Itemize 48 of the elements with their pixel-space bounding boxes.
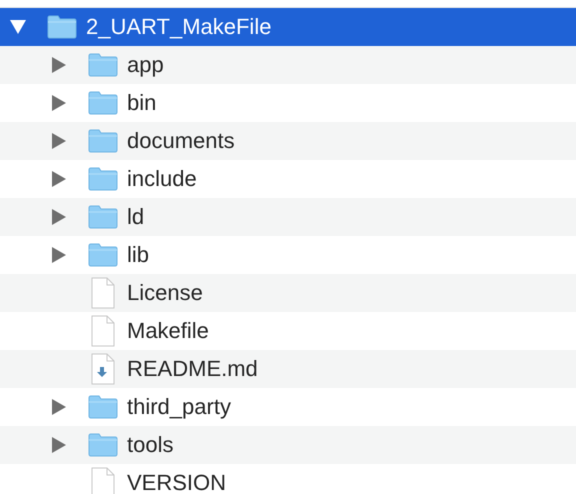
- list-row[interactable]: documents: [0, 122, 576, 160]
- list-row[interactable]: bin: [0, 84, 576, 122]
- folder-icon: [88, 433, 118, 457]
- file-name: include: [127, 166, 197, 192]
- folder-icon: [88, 167, 118, 191]
- document-icon: [90, 277, 116, 309]
- file-name: License: [127, 280, 203, 306]
- list-row[interactable]: License: [0, 274, 576, 312]
- list-row[interactable]: Makefile: [0, 312, 576, 350]
- list-row[interactable]: README.md: [0, 350, 576, 388]
- document-icon: [90, 315, 116, 347]
- disclosure-triangle-icon[interactable]: [52, 95, 66, 111]
- file-name: tools: [127, 432, 174, 458]
- file-name: README.md: [127, 356, 258, 382]
- disclosure-triangle-icon[interactable]: [52, 57, 66, 73]
- document-icon: [90, 467, 116, 494]
- file-name: Makefile: [127, 318, 209, 344]
- list-row[interactable]: include: [0, 160, 576, 198]
- file-name: bin: [127, 90, 156, 116]
- folder-icon: [88, 243, 118, 267]
- folder-icon: [88, 53, 118, 77]
- file-name: app: [127, 52, 164, 78]
- list-row[interactable]: app: [0, 46, 576, 84]
- folder-icon: [88, 205, 118, 229]
- list-row[interactable]: lib: [0, 236, 576, 274]
- disclosure-triangle-icon[interactable]: [52, 171, 66, 187]
- disclosure-triangle-icon[interactable]: [52, 247, 66, 263]
- disclosure-triangle-icon[interactable]: [10, 20, 26, 34]
- file-name: VERSION: [127, 470, 226, 494]
- list-row[interactable]: ld: [0, 198, 576, 236]
- folder-icon: [88, 395, 118, 419]
- list-row[interactable]: tools: [0, 426, 576, 464]
- file-name: ld: [127, 204, 144, 230]
- disclosure-triangle-icon[interactable]: [52, 437, 66, 453]
- file-name: third_party: [127, 394, 231, 420]
- list-row[interactable]: third_party: [0, 388, 576, 426]
- disclosure-triangle-icon[interactable]: [52, 399, 66, 415]
- folder-icon: [88, 91, 118, 115]
- list-row[interactable]: VERSION: [0, 464, 576, 494]
- disclosure-triangle-icon[interactable]: [52, 133, 66, 149]
- file-name: 2_UART_MakeFile: [86, 14, 272, 40]
- file-name: documents: [127, 128, 235, 154]
- file-name: lib: [127, 242, 150, 268]
- folder-icon: [47, 15, 77, 39]
- disclosure-triangle-icon[interactable]: [52, 209, 66, 225]
- list-row[interactable]: 2_UART_MakeFile: [0, 8, 576, 46]
- folder-icon: [88, 129, 118, 153]
- document-icon: [90, 353, 116, 385]
